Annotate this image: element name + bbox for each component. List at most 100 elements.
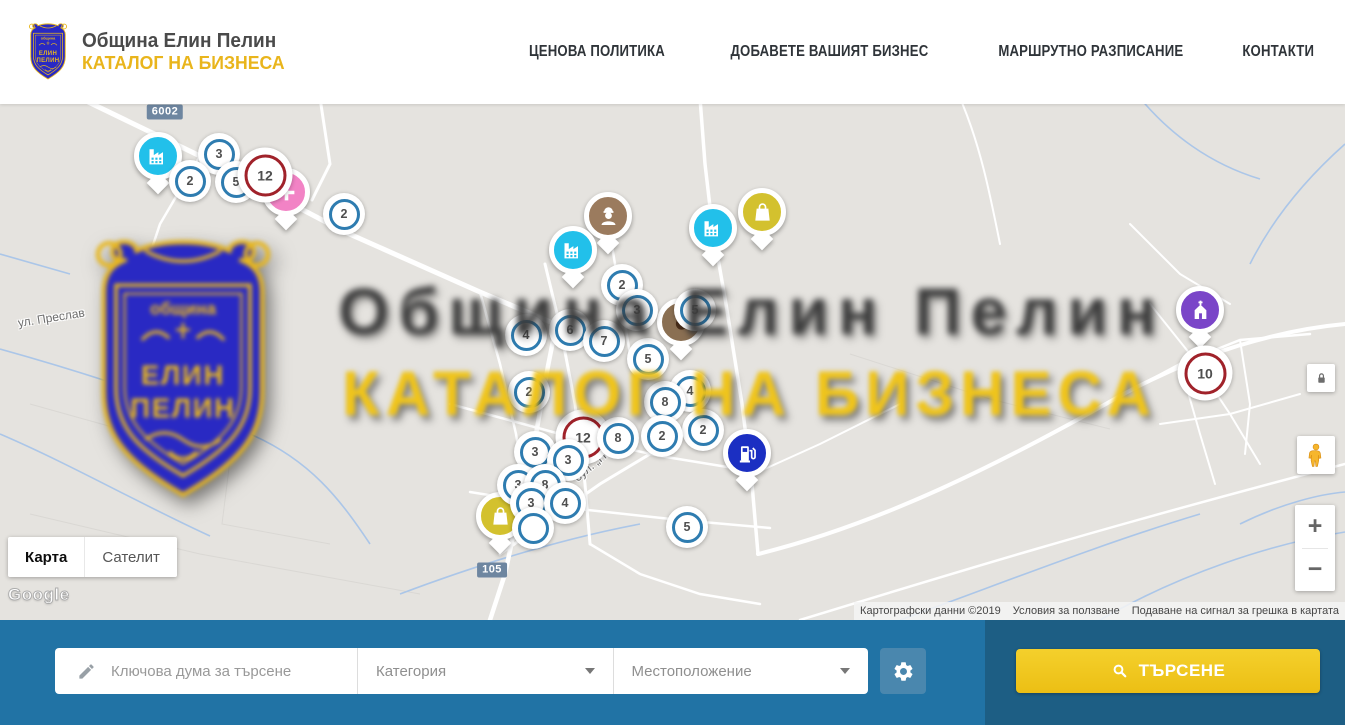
cluster-count: 10 <box>1184 352 1226 394</box>
cluster-count: 5 <box>633 344 664 375</box>
search-button[interactable]: ТЪРСЕНЕ <box>1016 649 1320 693</box>
cluster-count: 5 <box>680 295 711 326</box>
zoom-out-button[interactable]: − <box>1295 549 1335 592</box>
cluster-count <box>518 513 549 544</box>
cluster-marker[interactable]: 2 <box>641 415 683 457</box>
chevron-down-icon <box>585 668 595 674</box>
lock-icon <box>1313 370 1330 387</box>
brand-title: Община Елин Пелин <box>82 30 278 53</box>
main-nav: ЦЕНОВА ПОЛИТИКА ДОБАВЕТЕ ВАШИЯТ БИЗНЕС МАР… <box>517 43 1320 61</box>
location-value: Местоположение <box>632 663 752 680</box>
cluster-marker[interactable]: 8 <box>597 417 639 459</box>
marker-head <box>723 429 771 477</box>
church-icon <box>1187 297 1214 324</box>
keyword-field[interactable] <box>55 648 357 694</box>
map-type-satellite-button[interactable]: Сателит <box>84 537 177 577</box>
nav-item[interactable]: МАРШРУТНО РАЗПИСАНИЕ <box>998 43 1183 61</box>
marker-head <box>738 188 786 236</box>
pegman-icon <box>1303 442 1329 468</box>
cluster-count: 2 <box>688 415 719 446</box>
attribution-link[interactable]: Условия за ползване <box>1013 605 1120 617</box>
cluster-marker[interactable]: 7 <box>583 320 625 362</box>
svg-text:община: община <box>41 37 56 41</box>
cluster-marker[interactable]: 5 <box>627 338 669 380</box>
cluster-marker[interactable]: 5 <box>674 289 716 331</box>
factory-icon <box>145 143 172 170</box>
cluster-marker[interactable]: 2 <box>323 193 365 235</box>
map-type-map-button[interactable]: Карта <box>8 537 84 577</box>
svg-text:ПЕЛИН: ПЕЛИН <box>36 58 59 64</box>
cluster-count: 6 <box>555 315 586 346</box>
factory-icon <box>700 215 727 242</box>
brand-text: Община Елин Пелин КАТАЛОГ НА БИЗНЕСА <box>82 30 289 74</box>
cluster-count: 2 <box>647 421 678 452</box>
nav-item[interactable]: КОНТАКТИ <box>1242 43 1314 61</box>
cluster-count: 2 <box>514 377 545 408</box>
cluster-count: 3 <box>622 295 653 326</box>
search-box: Категория Местоположение <box>55 648 868 694</box>
road-shield-label: 105 <box>477 563 507 578</box>
cluster-count: 12 <box>244 154 286 196</box>
marker-head <box>689 204 737 252</box>
cluster-marker[interactable]: 10 <box>1178 346 1233 401</box>
church-marker[interactable] <box>1176 286 1224 334</box>
gear-icon <box>892 660 915 683</box>
zoom-control: + − <box>1295 505 1335 591</box>
location-select[interactable]: Местоположение <box>613 648 869 694</box>
keyword-input[interactable] <box>109 662 339 681</box>
category-value: Категория <box>376 663 446 680</box>
svg-text:ЕЛИН: ЕЛИН <box>39 51 57 57</box>
marker-head <box>549 226 597 274</box>
crest-graphic: община ЕЛИН ПЕЛИН <box>25 22 71 82</box>
cluster-marker[interactable]: 3 <box>616 289 658 331</box>
cluster-marker[interactable]: 2 <box>508 371 550 413</box>
advanced-search-button[interactable] <box>880 648 926 694</box>
fuel-marker[interactable] <box>723 429 771 477</box>
map-attribution: Картографски данни ©2019 Условия за ползв… <box>854 602 1345 620</box>
google-logo[interactable]: Google <box>8 585 70 605</box>
map-type-control: КартаСателит <box>8 537 177 577</box>
category-select[interactable]: Категория <box>357 648 613 694</box>
cluster-marker[interactable]: 4 <box>505 314 547 356</box>
fuel-pump-icon <box>734 440 761 467</box>
nav-item[interactable]: ЦЕНОВА ПОЛИТИКА <box>529 43 665 61</box>
pegman-button[interactable] <box>1297 436 1335 474</box>
cluster-count: 8 <box>603 423 634 454</box>
cluster-count: 5 <box>672 512 703 543</box>
cluster-count: 2 <box>175 166 206 197</box>
cluster-count: 8 <box>650 387 681 418</box>
cluster-count: 4 <box>550 488 581 519</box>
cluster-count: 3 <box>520 437 551 468</box>
attribution-text: Картографски данни ©2019 <box>860 605 1001 617</box>
header: община ЕЛИН ПЕЛИН Община Елин Пелин КАТА… <box>0 0 1345 104</box>
factory-icon <box>560 237 587 264</box>
factory-marker[interactable] <box>689 204 737 252</box>
chevron-down-icon <box>840 668 850 674</box>
shopping-bag-icon <box>749 199 776 226</box>
search-panel: Категория Местоположение ТЪРСЕНЕ <box>0 620 1345 725</box>
zoom-in-button[interactable]: + <box>1295 505 1335 548</box>
road-shield-label: 6002 <box>147 105 183 120</box>
attribution-link[interactable]: Подаване на сигнал за грешка в картата <box>1132 605 1339 617</box>
cluster-marker[interactable]: 2 <box>682 409 724 451</box>
factory-marker[interactable] <box>549 226 597 274</box>
map-canvas[interactable]: 3251222354675248212823338345106002105ул.… <box>0 104 1345 620</box>
bag-marker[interactable] <box>738 188 786 236</box>
search-icon <box>1111 662 1129 680</box>
cluster-count: 7 <box>589 326 620 357</box>
cluster-marker[interactable] <box>512 507 554 549</box>
brand-subtitle: КАТАЛОГ НА БИЗНЕСА <box>82 53 285 74</box>
cluster-marker[interactable]: 2 <box>169 160 211 202</box>
search-button-label: ТЪРСЕНЕ <box>1139 661 1226 681</box>
nav-item[interactable]: ДОБАВЕТЕ ВАШИЯТ БИЗНЕС <box>730 43 928 61</box>
worker-icon <box>595 203 622 230</box>
municipality-crest-logo: община ЕЛИН ПЕЛИН <box>25 22 71 82</box>
cluster-count: 2 <box>329 199 360 230</box>
cluster-marker[interactable]: 5 <box>666 506 708 548</box>
streetview-lock-button[interactable] <box>1307 364 1335 392</box>
cluster-count: 4 <box>511 320 542 351</box>
pencil-icon <box>77 662 96 681</box>
brand[interactable]: община ЕЛИН ПЕЛИН Община Елин Пелин КАТА… <box>25 22 289 82</box>
cluster-marker[interactable]: 12 <box>238 148 293 203</box>
marker-head <box>1176 286 1224 334</box>
